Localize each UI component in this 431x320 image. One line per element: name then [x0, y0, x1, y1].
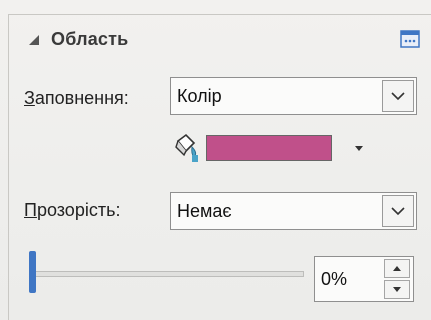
more-options-icon[interactable]: [400, 30, 420, 48]
fill-label-accesskey: З: [24, 88, 35, 108]
section-header-area[interactable]: Область: [27, 29, 128, 50]
fill-color-swatch[interactable]: [206, 135, 332, 161]
transparency-slider[interactable]: [29, 245, 304, 293]
caret-down-icon[interactable]: [352, 143, 366, 153]
fill-color-row: [172, 133, 366, 163]
fill-label: Заповнення:: [24, 88, 129, 109]
triangle-down-icon: [393, 287, 401, 292]
triangle-up-icon: [393, 266, 401, 271]
collapse-triangle-icon[interactable]: [27, 33, 41, 47]
fill-label-text: аповнення:: [34, 88, 129, 108]
spin-up-button[interactable]: [384, 259, 410, 278]
transparency-select[interactable]: Немає: [170, 192, 417, 230]
transparency-label: Прозорість:: [24, 200, 120, 221]
chevron-down-icon: [391, 92, 405, 101]
transparency-spinner[interactable]: 0%: [314, 256, 414, 302]
section-title: Область: [51, 29, 129, 49]
spinner-buttons: [384, 259, 410, 299]
fill-type-select[interactable]: Колір: [170, 77, 417, 115]
transparency-value: Немає: [177, 200, 232, 221]
slider-thumb[interactable]: [29, 251, 36, 293]
spin-down-button[interactable]: [384, 280, 410, 299]
format-pane: Область Заповнення: Колір Прозорість: Не…: [0, 0, 431, 320]
transparency-label-text: розорість:: [36, 200, 121, 220]
slider-track[interactable]: [29, 271, 304, 277]
transparency-dropdown-button[interactable]: [382, 195, 414, 227]
transparency-percent-input[interactable]: 0%: [315, 269, 384, 290]
transparency-label-accesskey: П: [24, 200, 37, 220]
fill-type-value: Колір: [177, 85, 222, 106]
paint-bucket-icon: [175, 133, 198, 162]
chevron-down-icon: [391, 207, 405, 216]
fill-type-dropdown-button[interactable]: [382, 80, 414, 112]
